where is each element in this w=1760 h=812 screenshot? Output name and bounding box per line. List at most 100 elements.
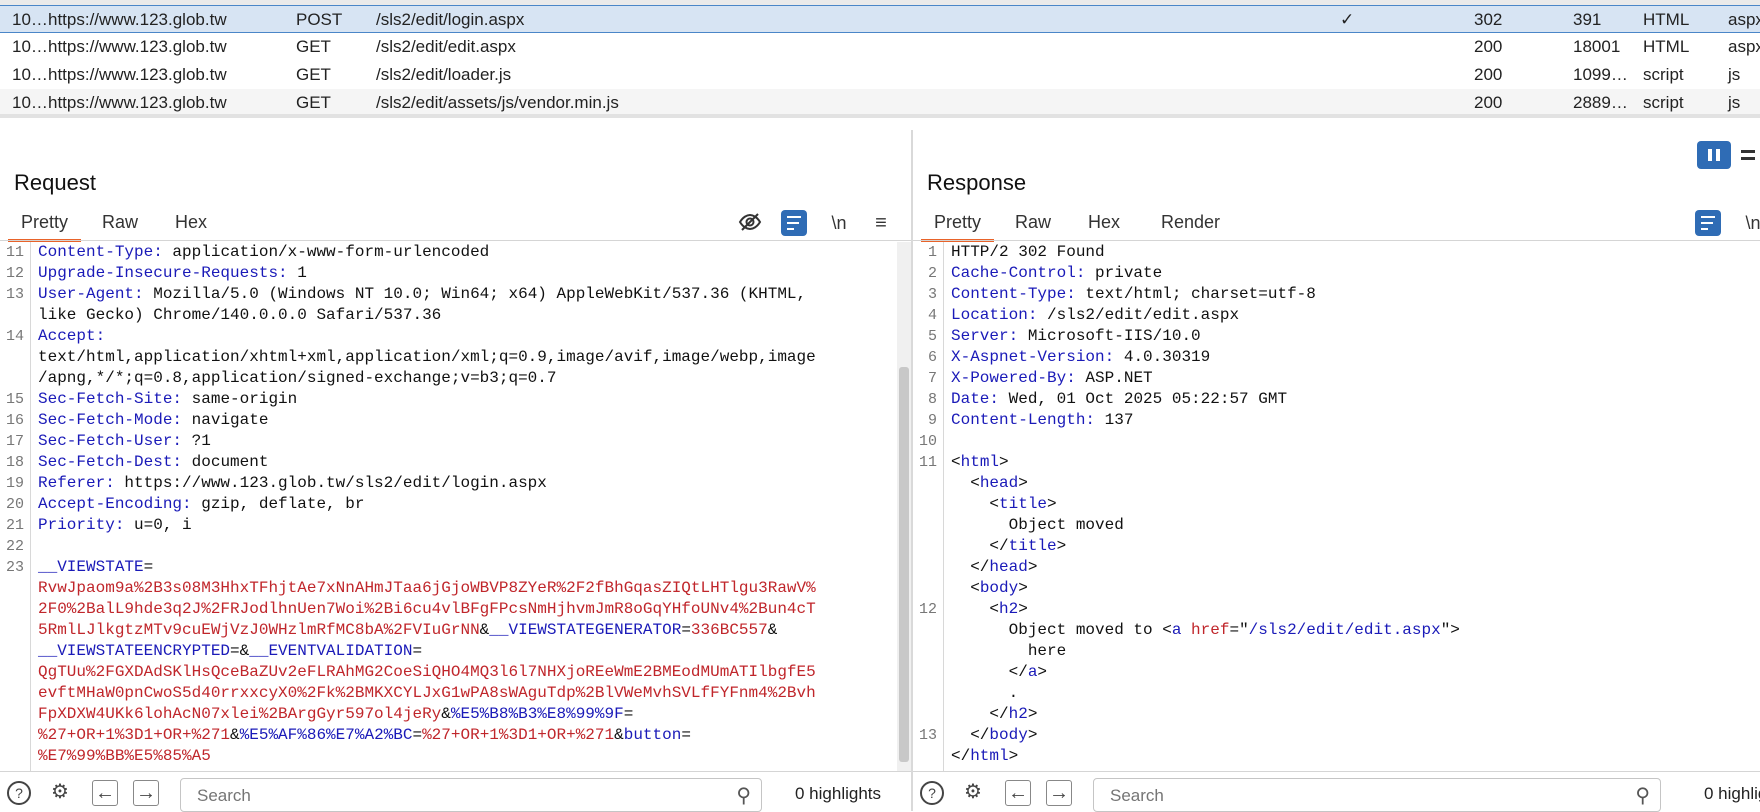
line-text: Content-Type: text/html; charset=utf-8 [951,284,1316,305]
code-line: 8 Date: Wed, 01 Oct 2025 05:22:57 GMT [913,389,1760,410]
code-line: here [913,641,1760,662]
gear-icon[interactable]: ⚙ [960,780,986,806]
code-line: 13 User-Agent: Mozilla/5.0 (Windows NT 10… [0,284,911,305]
table-row[interactable]: 10… https://www.123.glob.tw POST/sls2/edit… [0,5,1760,33]
token: = [681,621,691,639]
col-status: 200 [1474,65,1503,84]
word-wrap-icon[interactable] [1695,210,1721,236]
help-icon[interactable]: ? [6,780,32,806]
header-value: like Gecko) Chrome/140.0.0.0 Safari/537.… [38,306,442,324]
col-extension: js [1728,65,1741,84]
split-vertical-icon[interactable] [1697,141,1731,169]
token: title [999,495,1048,513]
newline-toggle[interactable]: \n [826,210,852,236]
line-text: 2F0%2BalL9hde3q2J%2FRJodlhnUen7Woi%2Bi6c… [38,599,816,620]
line-number: 16 [5,412,24,429]
tab-raw[interactable]: Raw [1002,205,1064,239]
code-line: </a> [913,662,1760,683]
response-editor[interactable]: 1 HTTP/2 302 Found 2 Cache-Control: private… [913,242,1760,771]
search-input-box[interactable]: ⚲ [1093,778,1661,812]
col-id: 10… [12,10,48,29]
code-line: 4 Location: /sls2/edit/edit.aspx [913,305,1760,326]
tab-hex[interactable]: Hex [1075,205,1133,239]
header-name: Sec-Fetch-Dest: [38,453,183,471]
gear-icon[interactable]: ⚙ [47,780,73,806]
token: > [1018,600,1028,618]
forward-arrow-icon[interactable]: → [1046,780,1072,806]
token: QgTUu%2FGXDAdSKlHsQceBaZUv2eFLRAhMG2CoeS… [38,663,816,681]
table-row[interactable]: 10… https://www.123.glob.tw GET/sls2/edit/… [0,33,1760,61]
forward-arrow-icon[interactable]: → [133,780,159,806]
table-row[interactable]: 10… https://www.123.glob.tw GET/sls2/edit/… [0,61,1760,89]
tab-pretty[interactable]: Pretty [921,205,995,242]
line-text: </body> [951,725,1037,746]
col-length: 18001 [1573,37,1621,56]
token: __EVENTVALIDATION [249,642,413,660]
token: head [989,558,1028,576]
code-line: 11 Content-Type: application/x-www-form-u… [0,242,911,263]
token: & [479,621,490,639]
tab-hex[interactable]: Hex [162,205,220,239]
request-pane: Request Pretty Raw Hex \n ≡ 11 Content-Ty… [0,130,911,771]
code-line: 6 X-Aspnet-Version: 4.0.30319 [913,347,1760,368]
line-number: 20 [5,496,24,513]
request-scrollbar[interactable] [897,242,911,771]
line-text: Content-Length: 137 [951,410,1133,431]
request-editor[interactable]: 11 Content-Type: application/x-www-form-u… [0,242,911,771]
token: body [989,726,1028,744]
newline-toggle[interactable]: \n [1740,210,1760,236]
code-line: like Gecko) Chrome/140.0.0.0 Safari/537.… [0,305,911,326]
token: RvwJpaom9a%2B3s08M3HhxTFhjtAe7xNnAHmJTaa… [38,579,816,597]
header-value: document [182,453,269,471]
code-line: QgTUu%2FGXDAdSKlHsQceBaZUv2eFLRAhMG2CoeS… [0,662,911,683]
token: html [970,747,1009,765]
token: > [1008,747,1019,765]
code-line: 5 Server: Microsoft-IIS/10.0 [913,326,1760,347]
search-input[interactable] [1108,785,1565,807]
token: > [1056,537,1067,555]
line-number: 17 [5,433,24,450]
response-search-bar: ? ⚙ ← → ⚲ 0 highlights [913,771,1760,812]
token: </ [951,747,971,765]
back-arrow-icon[interactable]: ← [1005,780,1031,806]
token: > [1037,663,1048,681]
col-host: https://www.123.glob.tw [48,37,227,56]
line-number: 23 [5,559,24,576]
header-name: Upgrade-Insecure-Requests: [38,264,288,282]
tab-pretty[interactable]: Pretty [8,205,82,242]
split-horizontal-icon[interactable] [1735,141,1760,169]
hamburger-icon[interactable]: ≡ [868,210,894,236]
token: %E5%AF%86%E7%A2%BC [239,726,413,744]
search-input[interactable] [195,785,663,807]
line-text: </html> [951,746,1018,767]
token: = [412,642,423,660]
history-scrollbar[interactable] [0,114,1760,118]
header-value: same-origin [182,390,298,408]
line-text: Sec-Fetch-User: ?1 [38,431,211,452]
code-line: 21 Priority: u=0, i [0,515,911,536]
header-name: Accept: [38,327,106,345]
line-text: HTTP/2 302 Found [951,242,1105,263]
help-icon[interactable]: ? [919,780,945,806]
code-line: 15 Sec-Fetch-Site: same-origin [0,389,911,410]
code-line: 10 [913,431,1760,452]
request-scrollbar-thumb[interactable] [899,367,909,762]
token: Server: [951,327,1019,345]
search-input-box[interactable]: ⚲ [180,778,762,812]
code-line: 2F0%2BalL9hde3q2J%2FRJodlhnUen7Woi%2Bi6c… [0,599,911,620]
token: > [1047,495,1057,513]
table-row[interactable]: 10… https://www.123.glob.tw GET/sls2/edit/… [0,89,1760,117]
token: h2 [999,600,1019,618]
tab-render[interactable]: Render [1148,205,1233,239]
token: 4.0.30319 [1114,348,1211,366]
token: X-Aspnet-Version: [951,348,1115,366]
code-line: </title> [913,536,1760,557]
header-value: u=0, i [124,516,192,534]
back-arrow-icon[interactable]: ← [92,780,118,806]
line-number: 10 [918,433,937,450]
request-title: Request [14,170,96,195]
hide-nonprintable-icon[interactable] [737,210,763,236]
tab-raw[interactable]: Raw [89,205,151,239]
word-wrap-icon[interactable] [781,210,807,236]
line-text: __VIEWSTATE= [38,557,153,578]
